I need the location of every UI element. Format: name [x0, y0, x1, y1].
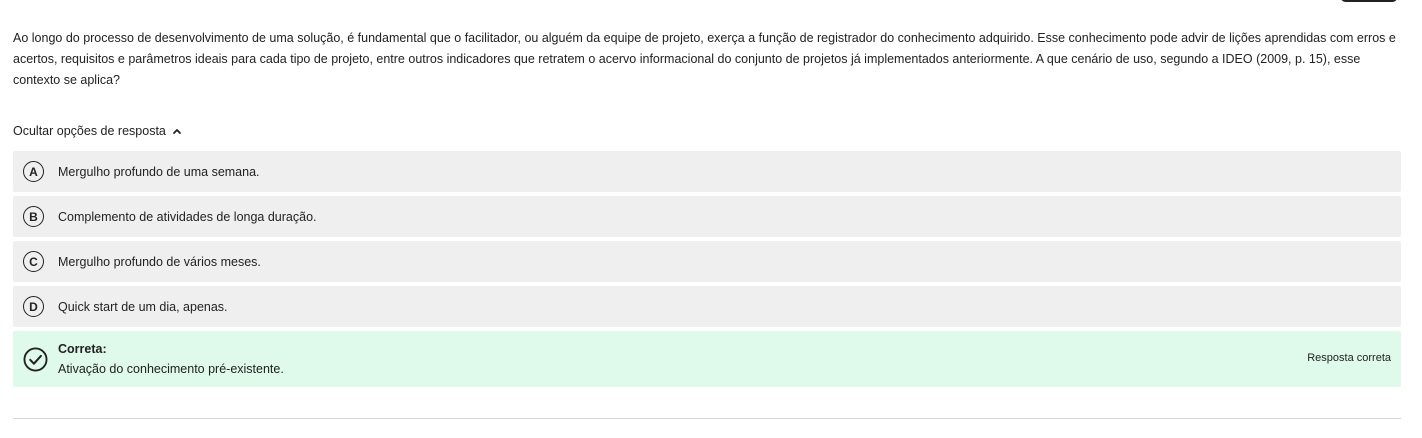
correct-label: Correta:: [58, 342, 107, 356]
bottom-divider: [13, 418, 1401, 419]
hide-options-toggle[interactable]: Ocultar opções de resposta: [13, 124, 182, 138]
option-d[interactable]: D Quick start de um dia, apenas.: [13, 286, 1401, 327]
correct-answer-tag: Resposta correta: [1307, 352, 1391, 364]
question-text: Ao longo do processo de desenvolvimento …: [13, 31, 1396, 87]
option-letter-a: A: [23, 161, 44, 182]
option-letter-d: D: [23, 296, 44, 317]
hide-options-label: Ocultar opções de resposta: [13, 124, 166, 138]
correct-answer-body: Correta: Ativação do conhecimento pré-ex…: [58, 342, 284, 376]
option-text-c: Mergulho profundo de vários meses.: [58, 254, 261, 269]
option-a[interactable]: A Mergulho profundo de uma semana.: [13, 151, 1401, 192]
option-c[interactable]: C Mergulho profundo de vários meses.: [13, 241, 1401, 282]
correct-answer-text: Ativação do conhecimento pré-existente.: [58, 362, 284, 376]
chevron-up-icon: [172, 129, 181, 134]
correct-answer-option[interactable]: Correta: Ativação do conhecimento pré-ex…: [13, 331, 1401, 387]
question-page: Ao longo do processo de desenvolvimento …: [0, 0, 1422, 438]
answer-options: A Mergulho profundo de uma semana. B Com…: [13, 151, 1401, 387]
option-text-b: Complemento de atividades de longa duraç…: [58, 209, 317, 224]
top-button-edge[interactable]: [1340, 0, 1398, 2]
check-circle-icon: [23, 347, 48, 371]
option-b[interactable]: B Complemento de atividades de longa dur…: [13, 196, 1401, 237]
option-letter-c: C: [23, 251, 44, 272]
option-letter-b: B: [23, 206, 44, 227]
option-text-d: Quick start de um dia, apenas.: [58, 299, 228, 314]
option-text-a: Mergulho profundo de uma semana.: [58, 164, 260, 179]
